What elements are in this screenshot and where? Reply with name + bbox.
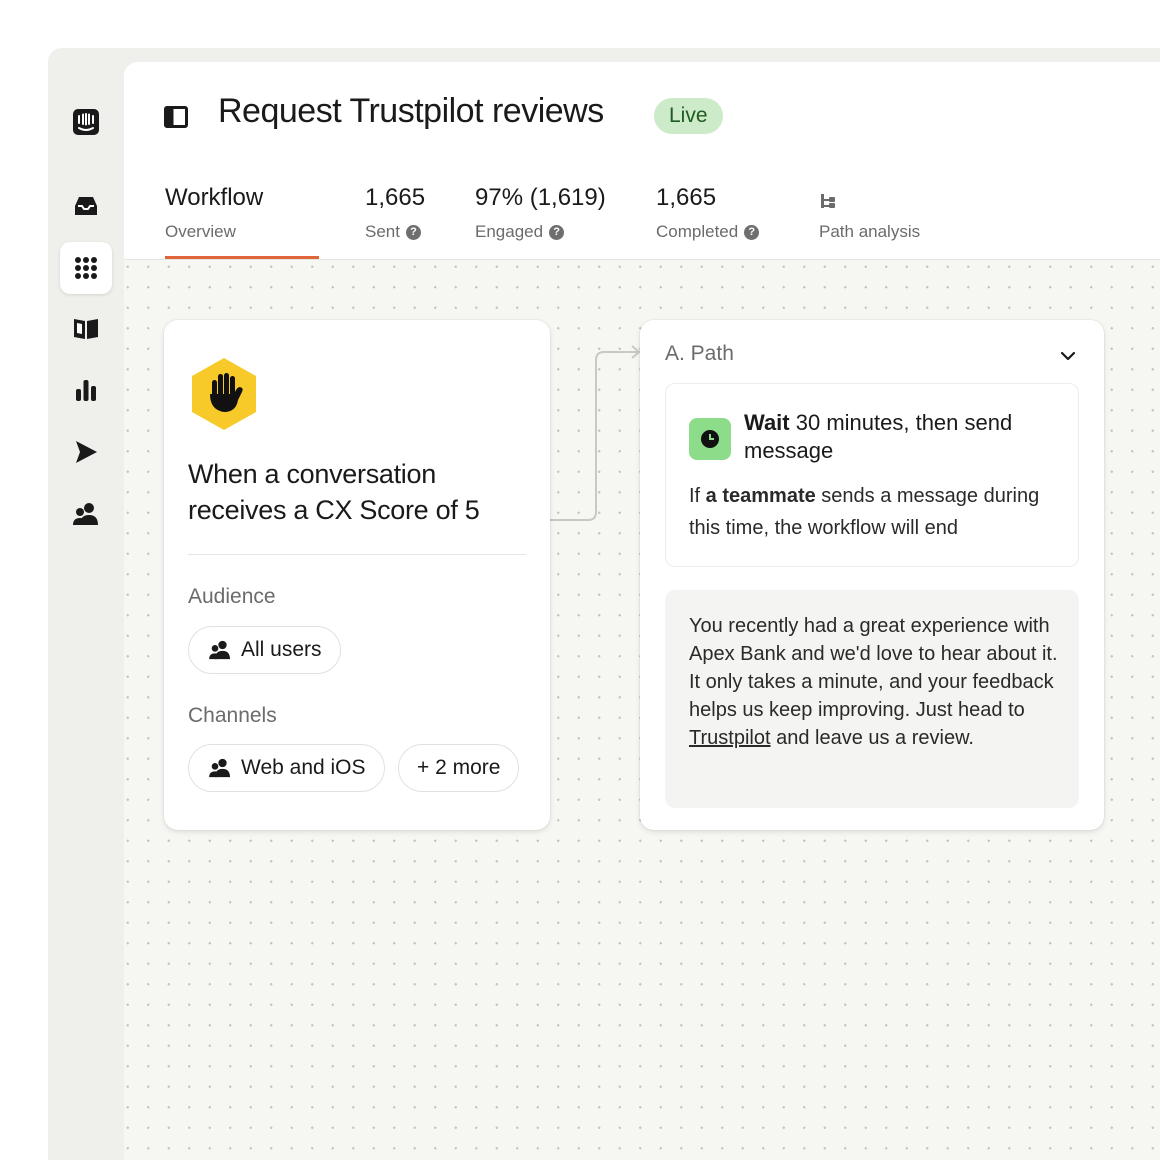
bar-chart-icon (76, 380, 96, 401)
clock-icon (689, 418, 731, 460)
wait-step[interactable]: Wait 30 minutes, then send message If a … (665, 383, 1079, 567)
audience-chip[interactable]: All users (188, 626, 341, 674)
nav-inbox[interactable] (60, 180, 112, 232)
trustpilot-link[interactable]: Trustpilot (689, 727, 771, 749)
apps-grid-icon (75, 257, 97, 279)
intercom-logo-icon (73, 109, 99, 135)
channels-label: Channels (188, 704, 277, 727)
nav-home[interactable] (60, 96, 112, 148)
raised-hand-icon (192, 358, 256, 430)
message-text: You recently had a great experience with… (689, 615, 1058, 749)
users-icon (209, 640, 230, 660)
workflow-panel: Request Trustpilot reviews Live Workflow… (124, 62, 1160, 1160)
path-title: A. Path (665, 342, 734, 365)
channels-chip[interactable]: Web and iOS (188, 744, 385, 792)
message-step[interactable]: You recently had a great experience with… (665, 590, 1079, 808)
inbox-icon (75, 197, 97, 215)
divider (188, 554, 526, 555)
nav-outbound[interactable] (60, 426, 112, 478)
nav-knowledge[interactable] (60, 302, 112, 354)
path-card[interactable]: A. Path Wait 30 minutes, then send messa… (640, 320, 1104, 830)
channels-value: Web and iOS (241, 756, 366, 779)
users-icon (73, 503, 98, 525)
book-icon (74, 319, 98, 339)
send-icon (76, 441, 97, 463)
wait-text: Wait 30 minutes, then send message (744, 410, 1013, 463)
wait-condition: If a teammate sends a message during thi… (689, 485, 1040, 539)
more-channels-chip[interactable]: + 2 more (398, 744, 520, 792)
nav-apps[interactable] (60, 242, 112, 294)
audience-value: All users (241, 638, 322, 661)
nav-contacts[interactable] (60, 488, 112, 540)
nav-rail (48, 48, 124, 1160)
trigger-card[interactable]: When a conversation receives a CX Score … (164, 320, 550, 830)
users-icon (209, 758, 230, 778)
chevron-down-icon[interactable] (1058, 346, 1078, 366)
audience-label: Audience (188, 585, 276, 608)
more-channels-label: + 2 more (417, 756, 501, 779)
app-window: Request Trustpilot reviews Live Workflow… (48, 48, 1160, 1160)
nav-reports[interactable] (60, 364, 112, 416)
trigger-title: When a conversation receives a CX Score … (188, 459, 480, 525)
